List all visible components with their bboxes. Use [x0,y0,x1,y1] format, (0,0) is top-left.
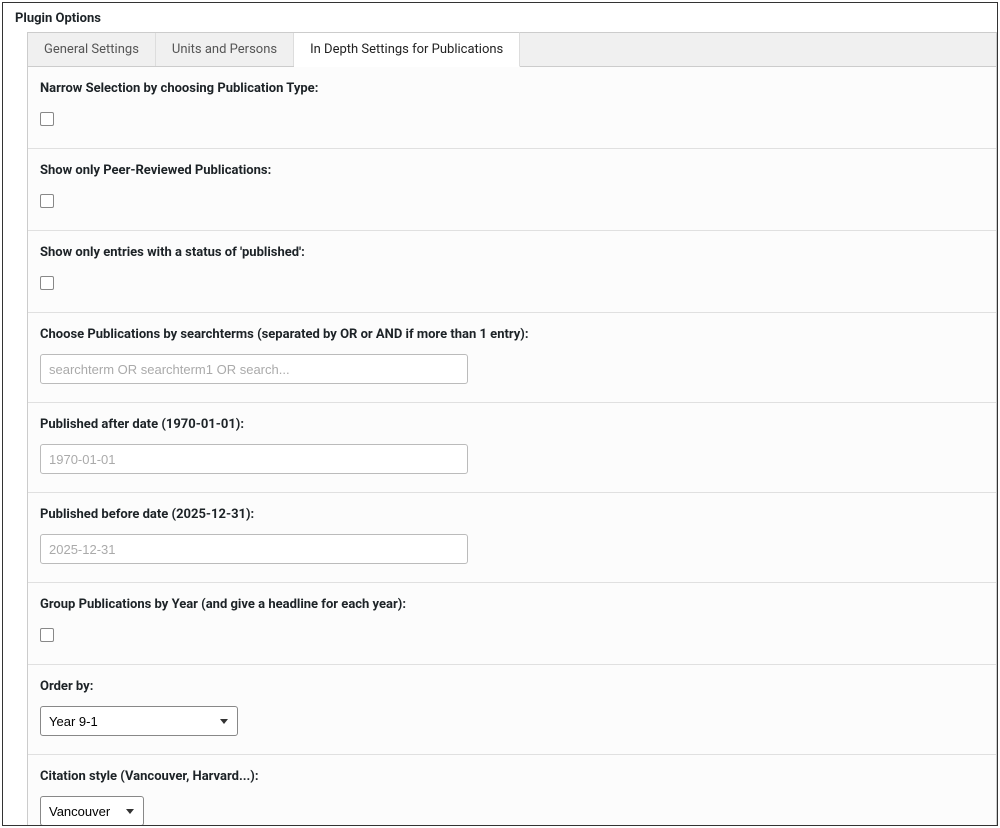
field-searchterms: Choose Publications by searchterms (sepa… [28,313,996,403]
peer-reviewed-checkbox[interactable] [40,194,54,208]
field-order-by: Order by: Year 9-1 [28,665,996,755]
field-label: Citation style (Vancouver, Harvard...): [40,769,984,784]
before-date-input[interactable] [40,534,468,564]
citation-style-select[interactable]: Vancouver [40,796,144,826]
field-narrow-selection: Narrow Selection by choosing Publication… [28,67,996,149]
group-by-year-checkbox[interactable] [40,628,54,642]
field-citation-style: Citation style (Vancouver, Harvard...): … [28,755,996,826]
field-published-status: Show only entries with a status of 'publ… [28,231,996,313]
order-by-select-wrap: Year 9-1 [40,706,238,736]
after-date-input[interactable] [40,444,468,474]
searchterms-input[interactable] [40,354,468,384]
field-after-date: Published after date (1970-01-01): [28,403,996,493]
field-group-by-year: Group Publications by Year (and give a h… [28,583,996,665]
citation-select-wrap: Vancouver [40,796,144,826]
field-label: Published before date (2025-12-31): [40,507,984,522]
field-label: Published after date (1970-01-01): [40,417,984,432]
field-label: Show only Peer-Reviewed Publications: [40,163,984,178]
narrow-selection-checkbox[interactable] [40,112,54,126]
panel-title: Plugin Options [3,3,997,32]
field-peer-reviewed: Show only Peer-Reviewed Publications: [28,149,996,231]
field-label: Choose Publications by searchterms (sepa… [40,327,984,342]
field-label: Group Publications by Year (and give a h… [40,597,984,612]
plugin-options-panel: Plugin Options General Settings Units an… [2,2,998,826]
tab-content: Narrow Selection by choosing Publication… [27,67,997,826]
tab-units-persons[interactable]: Units and Persons [156,33,294,66]
tabs-bar: General Settings Units and Persons In De… [27,32,997,67]
field-label: Show only entries with a status of 'publ… [40,245,984,260]
field-before-date: Published before date (2025-12-31): [28,493,996,583]
field-label: Narrow Selection by choosing Publication… [40,81,984,96]
tabs-filler [520,33,996,66]
tabs-container: General Settings Units and Persons In De… [27,32,997,67]
order-by-select[interactable]: Year 9-1 [40,706,238,736]
tab-general-settings[interactable]: General Settings [28,33,156,66]
field-label: Order by: [40,679,984,694]
tab-in-depth-settings[interactable]: In Depth Settings for Publications [294,32,520,67]
published-status-checkbox[interactable] [40,276,54,290]
